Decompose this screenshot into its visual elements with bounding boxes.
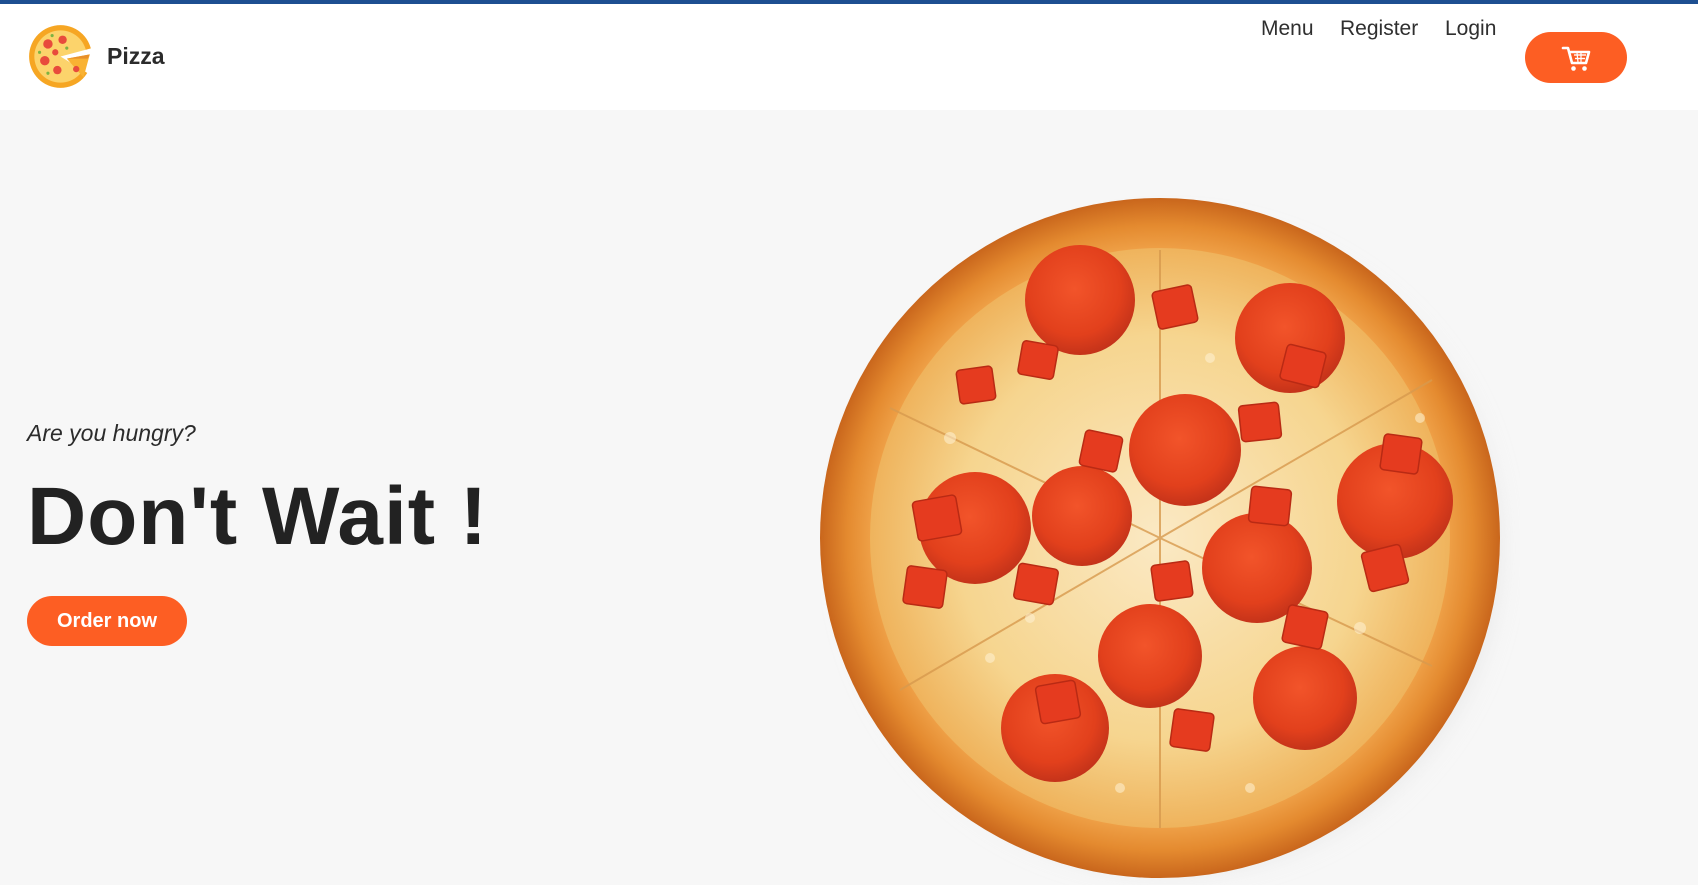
- pepperoni-pizza-image: [820, 188, 1520, 885]
- nav-menu-link[interactable]: Menu: [1261, 17, 1314, 41]
- shopping-cart-icon: [1560, 42, 1592, 74]
- brand-name: Pizza: [107, 43, 165, 69]
- hero-tagline: Are you hungry?: [27, 420, 196, 446]
- cart-button[interactable]: [1525, 32, 1627, 83]
- site-header: Pizza Menu Register Login: [0, 4, 1698, 110]
- hero-headline: Don't Wait !: [27, 471, 489, 562]
- hero-tagline-wrap: Are you hungry?: [27, 420, 196, 447]
- brand-logo-link[interactable]: Pizza: [27, 23, 165, 90]
- nav-login-link[interactable]: Login: [1445, 17, 1496, 41]
- pizza-slice-icon: [27, 23, 94, 90]
- order-now-button[interactable]: Order now: [27, 596, 187, 646]
- nav-register-link[interactable]: Register: [1340, 17, 1418, 41]
